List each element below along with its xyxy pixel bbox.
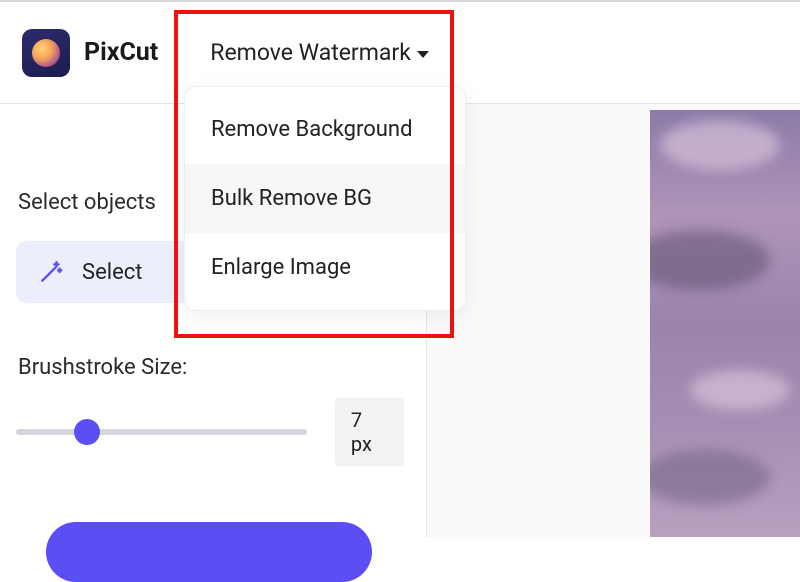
- nav-dropdown: Remove Background Bulk Remove BG Enlarge…: [184, 86, 466, 311]
- cloud-decoration: [660, 120, 780, 170]
- dropdown-item-remove-background[interactable]: Remove Background: [185, 95, 465, 164]
- brush-size-slider[interactable]: [16, 422, 307, 442]
- slider-thumb[interactable]: [74, 419, 100, 445]
- dropdown-item-bulk-remove-bg[interactable]: Bulk Remove BG: [185, 164, 465, 233]
- image-preview: [650, 110, 800, 537]
- brushstroke-size-label: Brushstroke Size:: [18, 355, 404, 380]
- cloud-decoration: [690, 370, 790, 410]
- cloud-decoration: [650, 230, 770, 290]
- nav-remove-watermark-label: Remove Watermark: [210, 39, 411, 66]
- primary-action-button[interactable]: [46, 522, 372, 582]
- brand-name: PixCut: [84, 38, 158, 67]
- brush-size-value: 7 px: [335, 398, 404, 466]
- slider-track: [16, 429, 307, 435]
- brush-slider-row: 7 px: [16, 398, 404, 466]
- app-logo: [22, 29, 70, 77]
- cloud-decoration: [650, 450, 770, 505]
- select-button-label: Select: [82, 260, 142, 285]
- nav-remove-watermark[interactable]: Remove Watermark: [210, 39, 429, 66]
- magic-wand-icon: [38, 259, 64, 285]
- canvas-area: [427, 104, 800, 537]
- chevron-down-icon: [417, 51, 429, 58]
- dropdown-item-enlarge-image[interactable]: Enlarge Image: [185, 233, 465, 302]
